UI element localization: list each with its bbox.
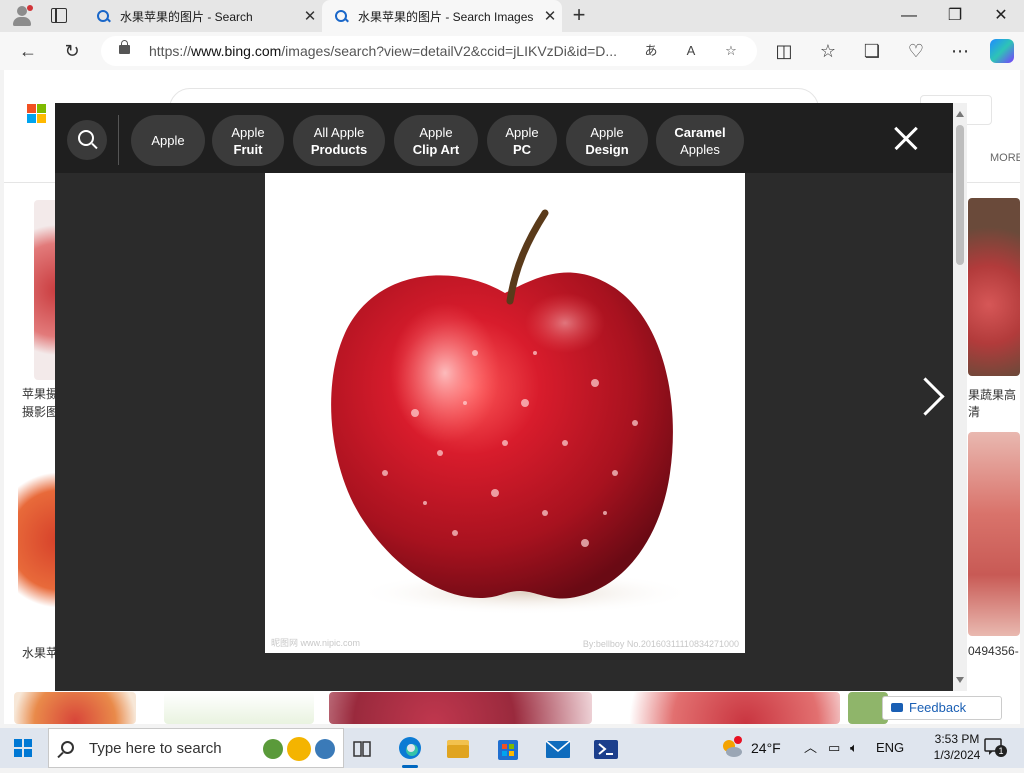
copilot-icon[interactable] [990,39,1014,63]
result-caption[interactable]: 水果苹 [22,644,58,661]
volume-muted-icon[interactable]: 🔈︎ [850,728,858,768]
back-button[interactable]: ← [15,39,41,63]
clock-date: 1/3/2024 [933,748,981,762]
tab-title: 水果苹果的图片 - Search Images [358,9,534,24]
split-screen-icon[interactable]: ◫ [771,39,797,63]
close-modal-icon[interactable] [891,123,921,153]
browser-essentials-icon[interactable]: ♡ [903,39,929,63]
taskbar-search-box[interactable]: Type here to search [48,728,344,768]
input-language[interactable]: ENG [876,728,904,768]
search-favicon-icon [96,9,110,23]
tab-close-icon[interactable]: ✕ [298,7,322,25]
browser-tab-strip: 水果苹果的图片 - Search ✕ 水果苹果的图片 - Search Imag… [0,0,1024,32]
red-apple-image [331,209,695,615]
result-thumbnail[interactable] [968,432,1020,636]
result-thumbnail[interactable] [14,692,136,724]
read-aloud-icon[interactable]: A [681,41,701,61]
result-thumbnail[interactable] [968,198,1020,376]
related-chip-apple-pc[interactable]: Apple PC [487,115,557,166]
network-icon[interactable]: ▭ [828,728,840,768]
result-caption[interactable]: 苹果摄 摄影图 [22,385,58,421]
translate-icon[interactable]: あ [641,41,661,61]
result-thumbnail[interactable] [164,692,314,724]
system-clock[interactable]: 3:53 PM 1/3/2024 [927,731,987,763]
minimize-button[interactable]: — [886,0,932,32]
file-explorer-icon[interactable] [438,732,478,768]
result-caption[interactable]: 果蔬果高清 [968,386,1020,420]
apple-photo[interactable]: 昵图网 www.nipic.com By:bellboy No.20160311… [265,173,745,653]
settings-more-icon[interactable]: ⋯ [947,39,973,63]
tab-actions-icon[interactable] [51,8,67,23]
related-chip-all-apple-products[interactable]: All Apple Products [293,115,385,166]
powershell-icon[interactable] [586,732,626,768]
search-highlight-icon [263,737,335,761]
scroll-down-arrow-icon[interactable] [956,677,964,683]
address-bar[interactable]: https://www.bing.com/images/search?view=… [101,36,757,66]
tab-search-images[interactable]: 水果苹果的图片 - Search Images ✕ [322,0,562,32]
restore-button[interactable]: ❐ [932,0,978,32]
browser-toolbar: ← ↻ https://www.bing.com/images/search?v… [0,32,1024,70]
photo-watermark: 昵图网 www.nipic.com [271,638,361,648]
notifications-icon[interactable]: 1 [983,737,1007,757]
microsoft-store-icon[interactable] [488,732,528,768]
image-detail-modal: Apple Apple Fruit All Apple Products Apple… [55,103,967,691]
scrollbar-thumb[interactable] [956,125,964,265]
tab-close-icon[interactable]: ✕ [538,7,562,25]
related-chip-apple-clip-art[interactable]: Apple Clip Art [394,115,478,166]
result-caption[interactable]: 0494356- [968,644,1019,658]
lock-icon[interactable] [119,40,130,54]
related-chip-caramel-apples[interactable]: Caramel Apples [656,115,744,166]
result-thumbnail[interactable] [604,692,840,724]
start-button-icon[interactable] [14,739,32,757]
search-icon[interactable] [67,120,107,160]
microsoft-logo-icon[interactable] [27,104,46,123]
favorites-icon[interactable]: ☆ [815,39,841,63]
profile-avatar-icon[interactable] [10,4,34,28]
clock-time: 3:53 PM [934,732,980,746]
favorite-star-icon[interactable]: ☆ [721,41,741,61]
collections-icon[interactable]: ❏ [859,39,885,63]
search-favicon-icon [334,9,348,23]
notification-count-badge: 1 [995,745,1007,757]
new-tab-button[interactable]: + [568,4,590,27]
related-chip-apple-design[interactable]: Apple Design [566,115,648,166]
weather-temperature[interactable]: 24°F [751,728,781,768]
result-thumbnail[interactable] [18,460,60,620]
show-hidden-icons-chevron-icon[interactable]: ︿ [804,728,817,768]
next-image-chevron-icon[interactable] [910,375,940,419]
edge-browser-icon[interactable] [390,732,430,768]
task-view-icon[interactable] [342,732,382,768]
more-menu[interactable]: MORE [990,152,1020,164]
divider [118,115,119,165]
tab-search[interactable]: 水果苹果的图片 - Search ✕ [84,0,322,32]
refresh-button[interactable]: ↻ [59,39,85,63]
url-text[interactable]: https://www.bing.com/images/search?view=… [149,36,617,66]
feedback-button[interactable]: Feedback [882,696,1002,720]
related-searches-bar: Apple Apple Fruit All Apple Products Apple… [55,103,955,173]
related-chip-apple[interactable]: Apple [131,115,205,166]
photo-watermark: By:bellboy No.20160311110834271000 [582,639,739,649]
related-chip-apple-fruit[interactable]: Apple Fruit [212,115,284,166]
result-thumbnail[interactable] [329,692,592,724]
weather-icon[interactable] [720,736,744,760]
modal-scrollbar[interactable] [953,103,967,691]
search-icon [61,741,74,754]
close-window-button[interactable]: ✕ [978,0,1024,32]
mail-icon[interactable] [538,732,578,768]
windows-taskbar: Type here to search 24°F ︿ ▭ 🔈︎ ENG 3:53… [0,728,1024,768]
taskbar-search-placeholder: Type here to search [89,740,222,757]
tab-title: 水果苹果的图片 - Search [120,9,253,24]
scroll-up-arrow-icon[interactable] [956,111,964,117]
